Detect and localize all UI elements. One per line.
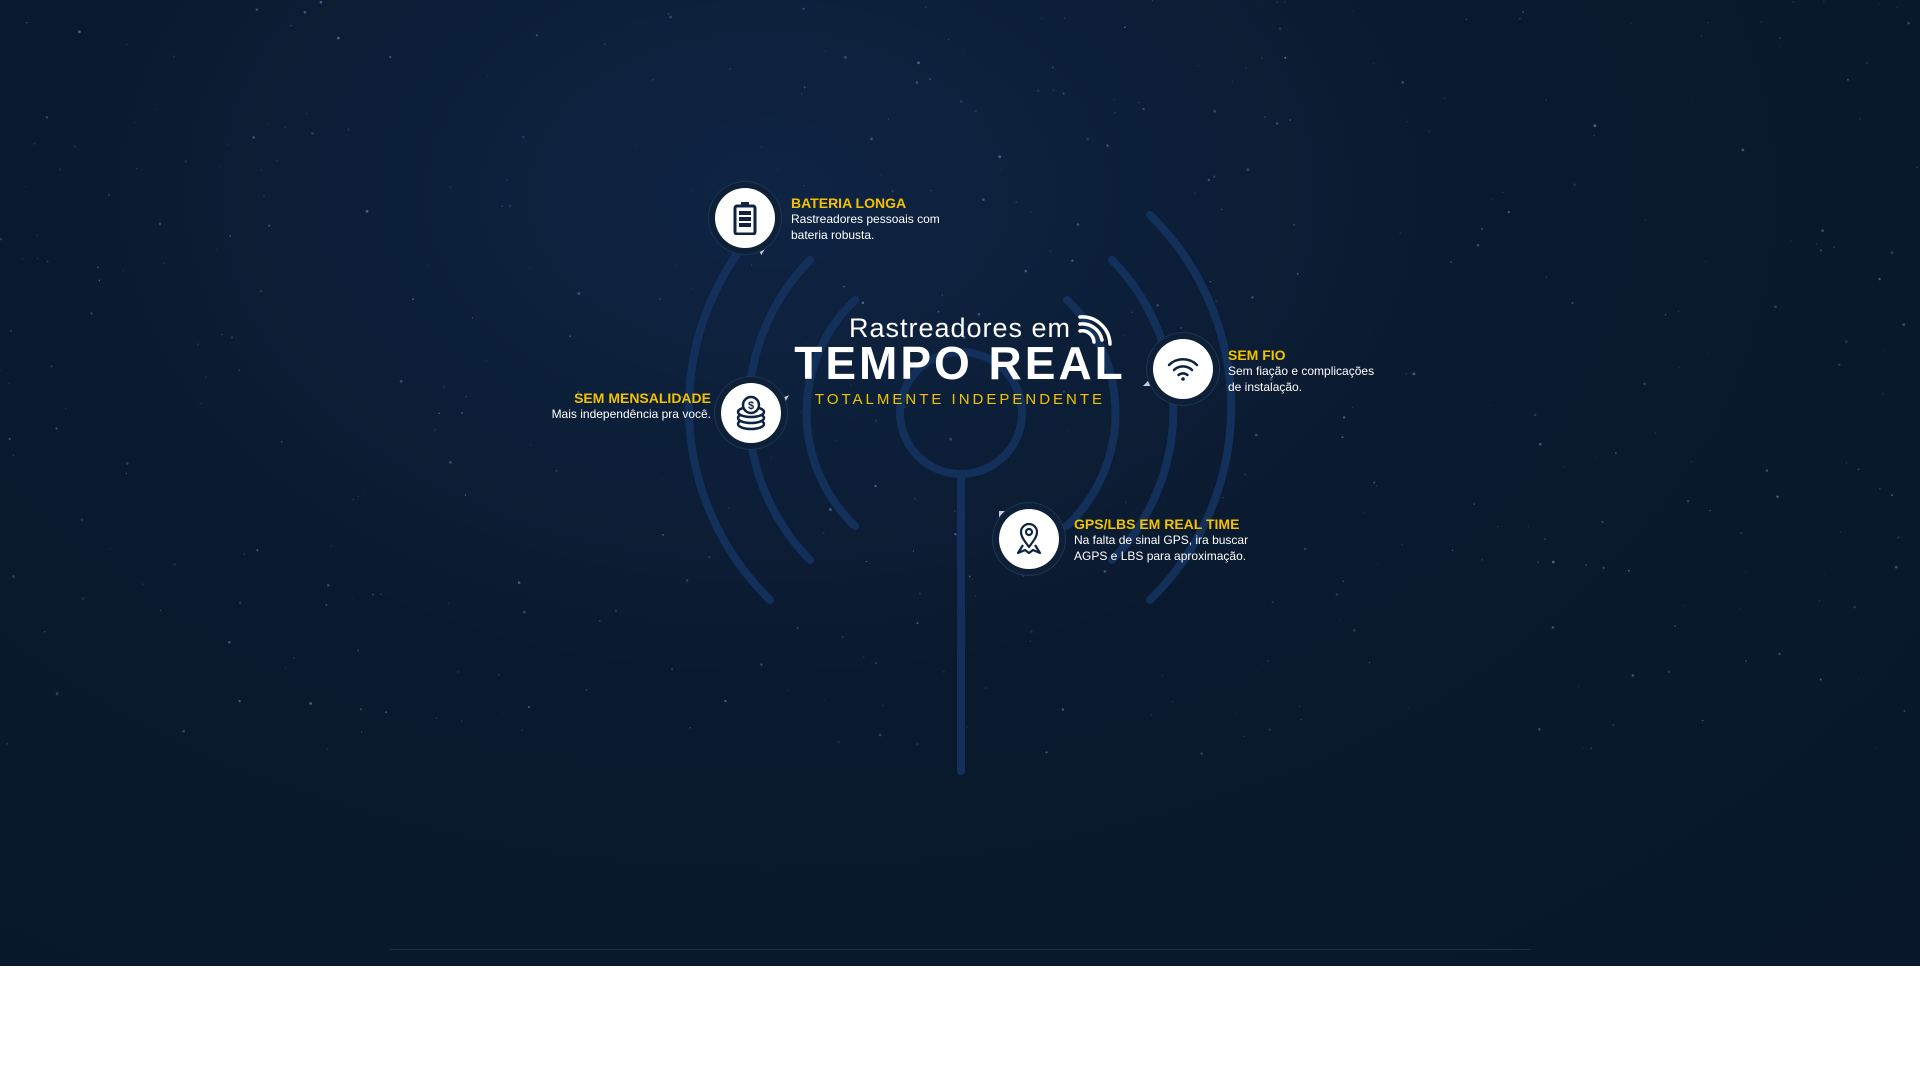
section-divider [389, 949, 1531, 950]
feature-gps-lbs: GPS/LBS EM REAL TIME Na falta de sinal G… [0, 0, 1920, 966]
map-pin-icon [1016, 523, 1042, 555]
gps-badge [999, 509, 1059, 569]
feature-desc: AGPS e LBS para aproximação. [1074, 549, 1247, 563]
feature-title: GPS/LBS EM REAL TIME [1074, 516, 1240, 532]
hero-section: Rastreadores em TEMPO REAL TOTALMENTE IN… [0, 0, 1920, 966]
feature-desc: Na falta de sinal GPS, ira buscar [1074, 533, 1249, 547]
